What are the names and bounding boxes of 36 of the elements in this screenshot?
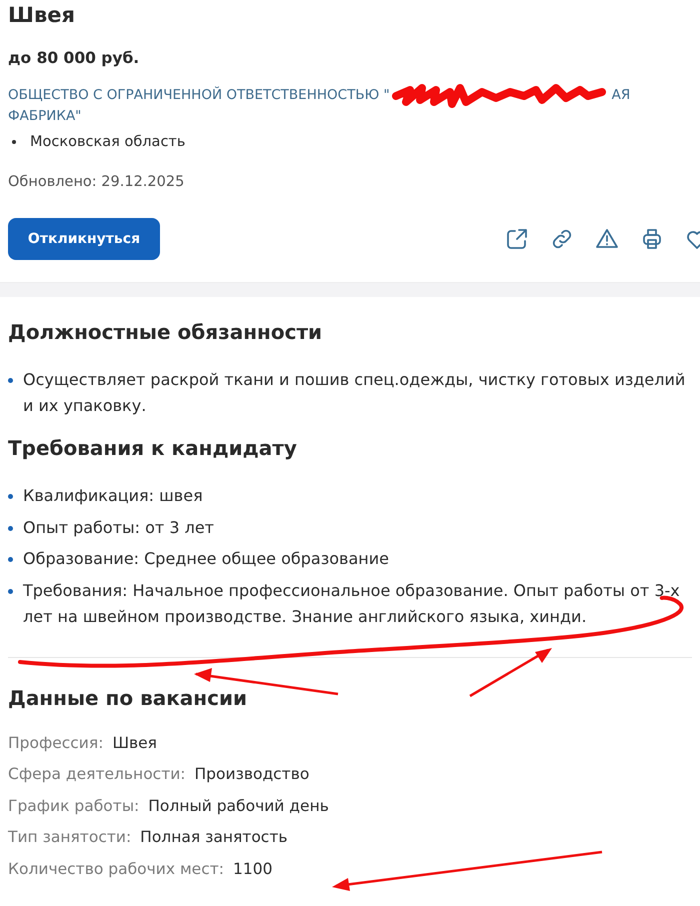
field-label: Тип занятости: xyxy=(8,828,132,846)
bullet-icon xyxy=(8,526,13,530)
company-link[interactable]: ФАБРИКА" xyxy=(8,107,82,125)
updated-date: Обновлено: 29.12.2025 xyxy=(8,173,186,191)
list-item-text: Осуществляет раскрой ткани и пошив спец.одежды, чистку готовых изделий и их упаковку. xyxy=(23,369,686,417)
bullet-icon xyxy=(8,557,13,562)
bullet-icon xyxy=(8,588,13,594)
warning-icon[interactable] xyxy=(595,227,619,251)
section-heading: Данные по вакансии xyxy=(8,684,248,712)
bullet-icon xyxy=(8,378,13,383)
location: Московская область xyxy=(30,133,186,151)
company-link[interactable]: АЯ xyxy=(612,86,630,104)
job-title: Швея xyxy=(8,2,76,29)
field-value: Полная занятость xyxy=(140,828,288,846)
section-heading: Должностные обязанности xyxy=(8,319,324,346)
bullet-icon xyxy=(8,494,13,499)
salary: до 80 000 руб. xyxy=(8,48,140,69)
list-item-text: Требования: Начальное профессиональное образование. Опыт работы от 3-х лет на швейном производстве. Знание английского языка, хинди. xyxy=(23,580,681,628)
bullet-icon xyxy=(12,140,16,144)
field-label: Сфера деятельности: xyxy=(8,765,186,783)
field-value: Полный рабочий день xyxy=(148,796,329,814)
field-label: Профессия: xyxy=(8,734,104,752)
field-value: 1100 xyxy=(232,860,272,878)
company-link[interactable]: ОБЩЕСТВО С ОГРАНИЧЕННОЙ ОТВЕТСТВЕННОСТЬЮ " xyxy=(8,86,390,104)
apply-button[interactable]: Откликнуться xyxy=(8,218,160,260)
list-item-text: Квалификация: швея xyxy=(23,485,203,507)
field-value: Швея xyxy=(112,734,158,752)
link-icon[interactable] xyxy=(550,227,574,251)
list-item-text: Опыт работы: от 3 лет xyxy=(23,516,214,538)
printer-icon[interactable] xyxy=(640,227,664,251)
share-icon[interactable] xyxy=(505,227,529,251)
field-label: График работы: xyxy=(8,796,140,814)
section-heading: Требования к кандидату xyxy=(8,435,298,462)
field-value: Производство xyxy=(194,765,310,783)
field-label: Количество рабочих мест: xyxy=(8,860,224,878)
list-item-text: Образование: Среднее общее образование xyxy=(23,548,389,570)
